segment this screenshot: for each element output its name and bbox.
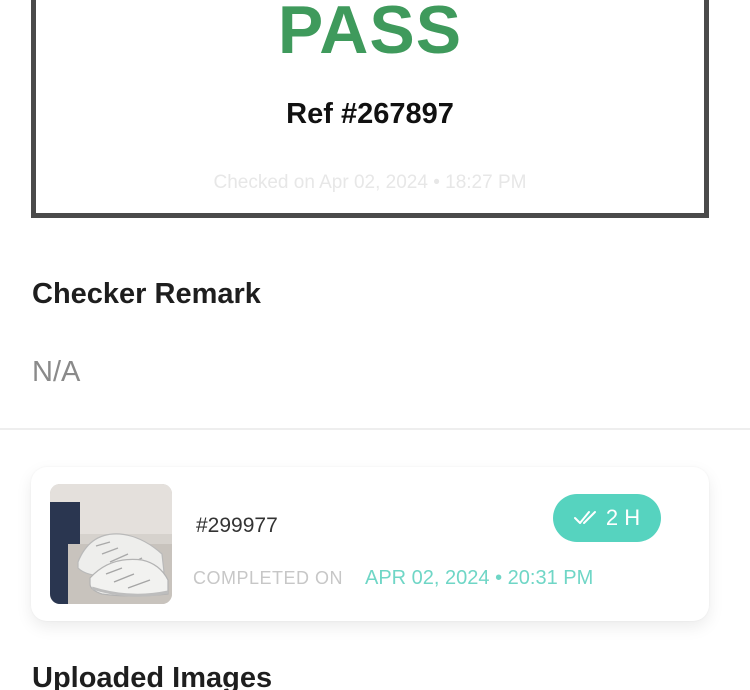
completed-on-date: APR 02, 2024 • 20:31 PM	[365, 567, 594, 589]
page: PASS Ref #267897 Checked on Apr 02, 2024…	[0, 0, 750, 690]
checked-timestamp: Checked on Apr 02, 2024 • 18:27 PM	[213, 172, 527, 193]
completed-on-label: COMPLETED ON	[193, 568, 344, 588]
job-thumbnail[interactable]	[50, 484, 172, 604]
reference-number: Ref #267897	[286, 98, 454, 130]
duration-badge: 2 H	[553, 494, 661, 542]
sneakers-photo	[50, 484, 172, 604]
job-card[interactable]: #299977 2 H COMPLETED ON APR 02, 2024 • …	[31, 467, 709, 621]
checker-remark-value: N/A	[32, 356, 81, 388]
checker-remark-heading: Checker Remark	[32, 278, 261, 310]
result-status: PASS	[277, 0, 463, 68]
result-card: PASS Ref #267897 Checked on Apr 02, 2024…	[31, 0, 709, 218]
uploaded-images-heading: Uploaded Images	[32, 662, 273, 690]
job-id: #299977	[196, 514, 278, 537]
duration-badge-label: 2 H	[605, 505, 641, 530]
double-check-icon	[573, 511, 596, 524]
section-divider	[0, 428, 750, 430]
